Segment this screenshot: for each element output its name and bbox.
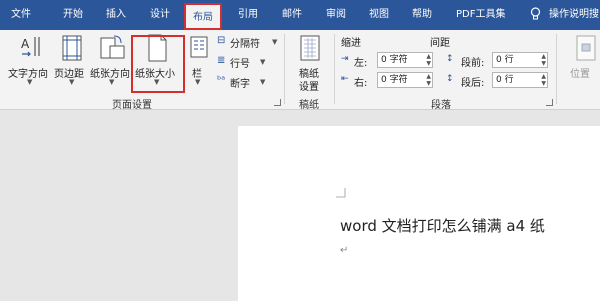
spacing-before-icon: ↕ [446, 54, 454, 64]
tab-references[interactable]: 引用 [238, 0, 258, 30]
tab-insert[interactable]: 插入 [106, 0, 126, 30]
indent-heading: 缩进 [341, 38, 361, 49]
size-button-highlight [131, 35, 185, 93]
spinner-arrows-icon[interactable]: ▲ ▼ [541, 53, 546, 67]
chevron-down-icon: ▼ [272, 38, 278, 46]
divider [556, 34, 557, 104]
ribbon-panel: A 文字方向 ▼ 页边距 ▼ 纸张方向 ▼ 纸张大小 ▼ 栏 ▼ ⊟ 分隔符 ▼… [0, 30, 600, 111]
tab-mailings[interactable]: 邮件 [282, 0, 302, 30]
position-button[interactable]: 位置 [562, 32, 600, 92]
columns-button[interactable]: 栏 ▼ [188, 32, 210, 92]
margin-corner-mark [336, 188, 346, 198]
indent-right-icon: ⇤ [341, 74, 349, 84]
paragraph-dialog-launcher[interactable] [546, 99, 553, 106]
breaks-icon: ⊟ [217, 35, 226, 46]
spinner-arrows-icon[interactable]: ▲ ▼ [426, 53, 431, 67]
margins-button[interactable]: 页边距 ▼ [54, 32, 90, 92]
position-icon [576, 35, 596, 61]
page-setup-dialog-launcher[interactable] [274, 99, 281, 106]
chevron-down-icon: ▼ [260, 78, 266, 86]
document-page[interactable]: word 文档打印怎么铺满 a4 纸 ↵ [238, 126, 600, 301]
chevron-down-icon: ▼ [27, 78, 33, 86]
text-direction-icon: A [21, 37, 40, 57]
tab-help[interactable]: 帮助 [412, 0, 432, 30]
divider [284, 34, 285, 104]
text-direction-button[interactable]: A 文字方向 ▼ [8, 32, 52, 92]
document-text[interactable]: word 文档打印怎么铺满 a4 纸 [340, 215, 545, 236]
tell-me-search[interactable]: 操作说明搜 [549, 0, 599, 30]
margins-icon [62, 35, 82, 61]
columns-icon [190, 36, 208, 58]
tab-design[interactable]: 设计 [150, 0, 170, 30]
spacing-before-input[interactable]: 0 行 ▲ ▼ [492, 52, 548, 68]
chevron-down-icon: ▼ [195, 78, 201, 86]
paragraph-mark-icon: ↵ [340, 245, 349, 256]
manuscript-group-label: 稿纸 [299, 100, 319, 111]
paragraph-group-label: 段落 [431, 100, 451, 111]
chevron-down-icon: ▼ [260, 58, 266, 66]
spinner-arrows-icon[interactable]: ▲ ▼ [426, 73, 431, 87]
spacing-after-icon: ↕ [446, 74, 454, 84]
tab-review[interactable]: 审阅 [326, 0, 346, 30]
line-numbers-icon: ≣ [217, 55, 226, 66]
spacing-heading: 间距 [430, 38, 450, 49]
lightbulb-icon [530, 0, 541, 30]
svg-text:A: A [21, 37, 30, 51]
chevron-down-icon: ▼ [69, 78, 75, 86]
hyphenation-icon: ᵇᵃ [217, 75, 226, 86]
page-setup-group-label: 页面设置 [112, 100, 152, 111]
orientation-button[interactable]: 纸张方向 ▼ [90, 32, 134, 92]
indent-right-input[interactable]: 0 字符 ▲ ▼ [377, 72, 433, 88]
chevron-down-icon: ▼ [109, 78, 115, 86]
orientation-icon [100, 35, 125, 59]
tab-home[interactable]: 开始 [63, 0, 83, 30]
tab-file[interactable]: 文件 [11, 0, 31, 30]
tab-pdf-tools[interactable]: PDF工具集 [456, 0, 505, 30]
spinner-arrows-icon[interactable]: ▲ ▼ [541, 73, 546, 87]
indent-left-input[interactable]: 0 字符 ▲ ▼ [377, 52, 433, 68]
divider [334, 34, 335, 104]
tab-layout[interactable]: 布局 [184, 3, 222, 30]
manuscript-settings-button[interactable]: 稿纸 设置 [290, 32, 330, 93]
manuscript-icon [300, 35, 320, 61]
indent-left-icon: ⇥ [341, 54, 349, 64]
tab-view[interactable]: 视图 [369, 0, 389, 30]
ribbon-tab-bar: 文件 开始 插入 设计 布局 引用 邮件 审阅 视图 帮助 PDF工具集 操作说… [0, 0, 600, 30]
document-canvas: word 文档打印怎么铺满 a4 纸 ↵ [0, 111, 600, 301]
spacing-after-input[interactable]: 0 行 ▲ ▼ [492, 72, 548, 88]
